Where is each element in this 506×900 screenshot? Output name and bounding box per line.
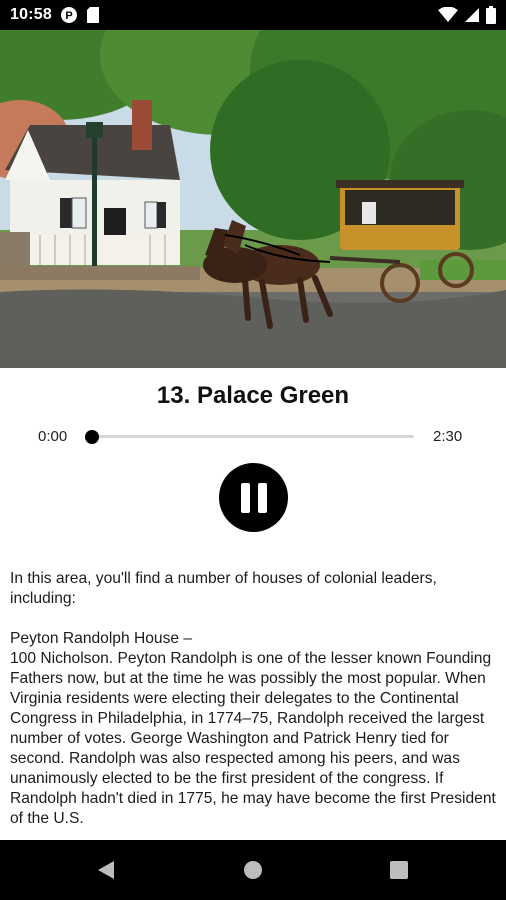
description-text: In this area, you'll find a number of ho… bbox=[10, 569, 500, 839]
time-total: 2:30 bbox=[433, 428, 463, 445]
notification-icon: P bbox=[60, 6, 78, 24]
home-icon[interactable] bbox=[243, 860, 263, 885]
description-paragraph: Peyton Randolph House – 100 Nicholson. P… bbox=[10, 630, 496, 827]
progress-row: 0:00 2:30 bbox=[0, 425, 506, 449]
seek-bar[interactable] bbox=[85, 430, 414, 444]
cellular-signal-icon bbox=[464, 7, 480, 23]
pause-button[interactable] bbox=[219, 463, 288, 532]
back-icon[interactable] bbox=[96, 860, 116, 885]
description-paragraph: In this area, you'll find a number of ho… bbox=[10, 570, 437, 607]
pause-icon bbox=[237, 482, 271, 513]
time-elapsed: 0:00 bbox=[38, 428, 68, 445]
track-title: 13. Palace Green bbox=[156, 382, 350, 409]
wifi-icon bbox=[438, 7, 458, 23]
status-time: 10:58 bbox=[10, 6, 52, 23]
sd-card-icon bbox=[86, 7, 100, 23]
seek-thumb[interactable] bbox=[85, 430, 99, 444]
hero-image bbox=[0, 30, 506, 368]
battery-icon bbox=[486, 6, 496, 24]
recents-icon[interactable] bbox=[390, 861, 408, 884]
svg-text:P: P bbox=[65, 10, 72, 22]
status-bar: 10:58 P bbox=[0, 0, 506, 30]
navigation-bar bbox=[0, 840, 506, 900]
